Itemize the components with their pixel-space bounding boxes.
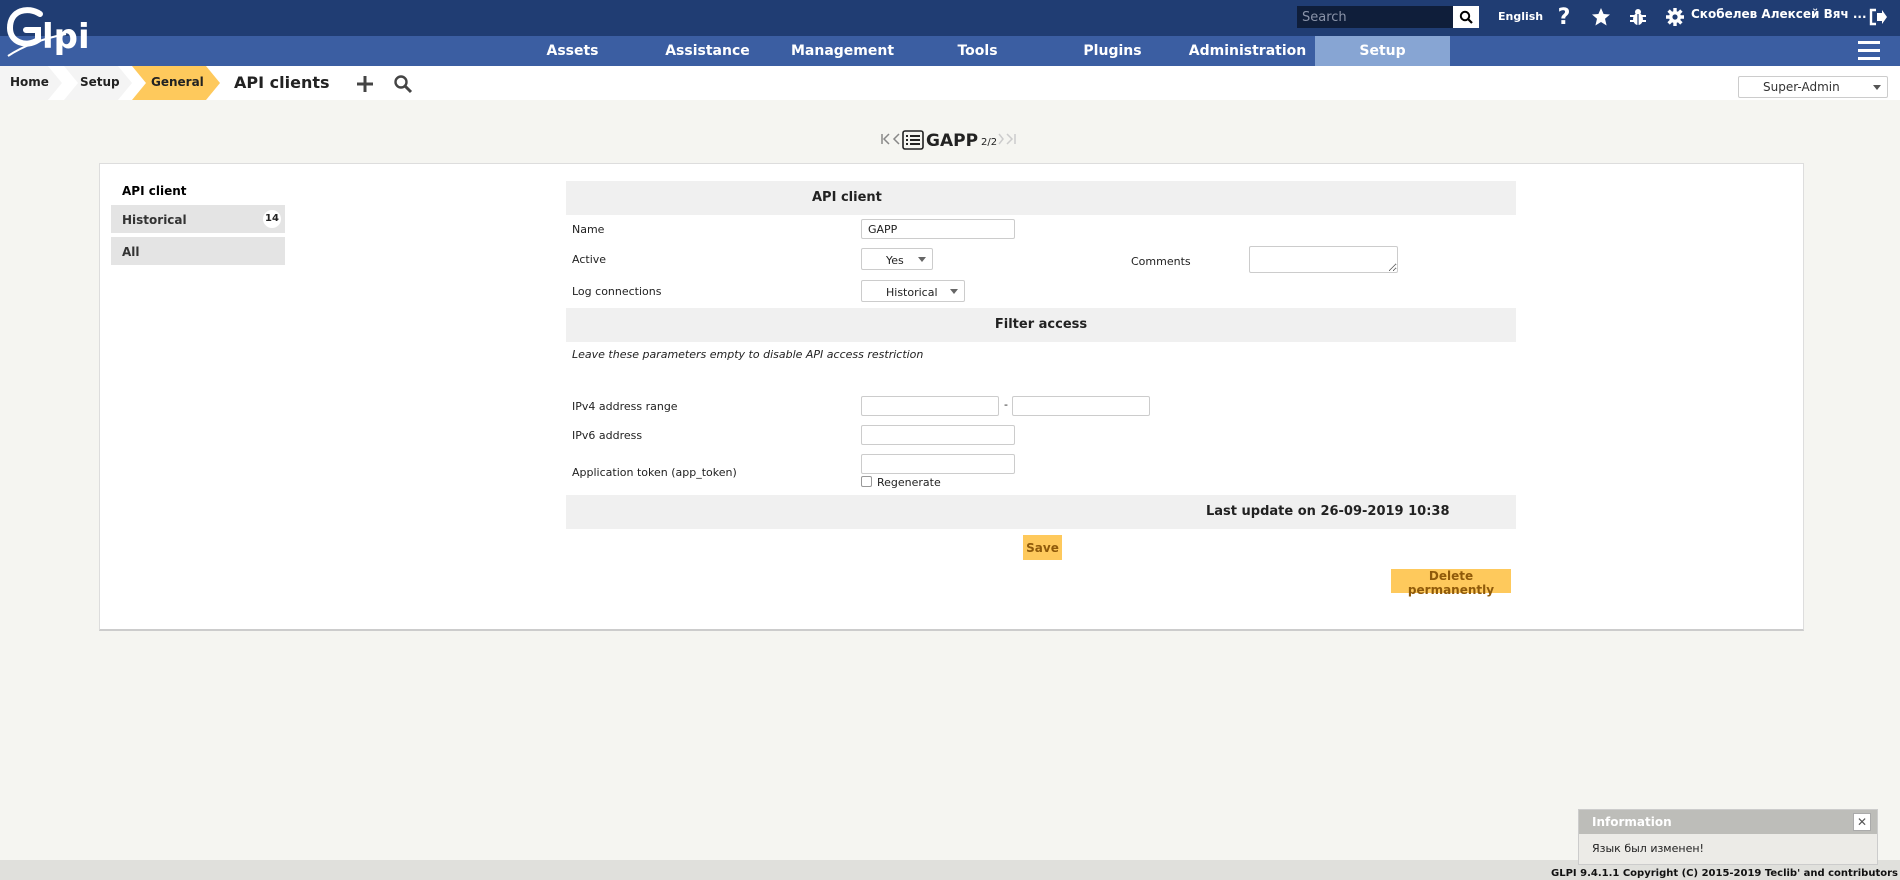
chevron-down-icon	[950, 289, 958, 294]
name-field[interactable]	[861, 219, 1015, 239]
ipv6-field[interactable]	[861, 425, 1015, 445]
active-label: Active	[572, 253, 607, 266]
logout-icon[interactable]	[1866, 5, 1890, 29]
nav-plugins[interactable]: Plugins	[1060, 36, 1165, 66]
page-title[interactable]: API clients	[234, 73, 330, 92]
app-token-field[interactable]	[861, 454, 1015, 474]
filter-note: Leave these parameters empty to disable …	[572, 348, 924, 361]
tab-count-badge: 14	[263, 210, 281, 228]
tab-historical[interactable]: Historical 14	[111, 205, 285, 233]
bug-icon[interactable]	[1626, 5, 1650, 29]
breadcrumb-general[interactable]: General	[151, 66, 204, 100]
comments-field[interactable]	[1249, 246, 1398, 273]
main-panel: API client Historical 14 All API client …	[99, 163, 1804, 631]
ipv4-separator: -	[1004, 398, 1008, 411]
nav-assets[interactable]: Assets	[520, 36, 625, 66]
delete-permanently-button[interactable]: Delete permanently	[1391, 569, 1511, 597]
save-button[interactable]: Save	[1023, 535, 1062, 560]
notification-message: Язык был изменен!	[1592, 842, 1704, 855]
chevron-down-icon	[918, 257, 926, 262]
notification-toast: Information ✕ Язык был изменен!	[1578, 809, 1878, 865]
log-connections-value: Historical	[886, 286, 938, 299]
main-nav: Assets Assistance Management Tools Plugi…	[0, 36, 1900, 66]
search-button[interactable]	[1453, 6, 1479, 28]
add-icon[interactable]	[353, 72, 377, 96]
section-header-filter-access: Filter access	[566, 308, 1516, 342]
tab-all[interactable]: All	[111, 237, 285, 265]
nav-setup[interactable]: Setup	[1315, 36, 1450, 66]
ipv6-label: IPv6 address	[572, 429, 643, 442]
comments-label: Comments	[1131, 255, 1191, 268]
svg-text:lpi: lpi	[42, 17, 90, 57]
gear-icon[interactable]	[1663, 5, 1687, 29]
tab-label: Historical	[122, 213, 187, 227]
section-header-api-client: API client	[566, 181, 1516, 215]
tab-api-client[interactable]: API client	[111, 176, 285, 204]
close-icon[interactable]: ✕	[1853, 813, 1871, 831]
nav-tools[interactable]: Tools	[925, 36, 1030, 66]
profile-select-value: Super-Admin	[1763, 80, 1840, 94]
chevron-down-icon	[1873, 85, 1881, 90]
app-token-label: Application token (app_token)	[572, 466, 737, 479]
list-icon[interactable]	[902, 129, 924, 153]
nav-assistance[interactable]: Assistance	[655, 36, 760, 66]
user-menu[interactable]: Скобелев Алексей Вяч ...	[1691, 7, 1867, 21]
top-header: English ? Скобелев Алексей Вяч ...	[0, 0, 1900, 36]
ipv4-label: IPv4 address range	[572, 400, 678, 413]
log-connections-label: Log connections	[572, 285, 662, 298]
record-position: 2/2	[981, 137, 998, 148]
nav-administration[interactable]: Administration	[1185, 36, 1310, 66]
name-label: Name	[572, 223, 605, 236]
breadcrumb: Home Setup General API clients	[0, 66, 1900, 100]
help-icon[interactable]: ?	[1552, 5, 1576, 30]
tab-label: All	[122, 245, 140, 259]
last-update-bar: Last update on 26-09-2019 10:38	[566, 495, 1516, 529]
profile-select[interactable]: Super-Admin	[1738, 76, 1888, 98]
language-selector[interactable]: English	[1498, 10, 1543, 23]
next-record-icon	[997, 132, 1005, 150]
record-navigation: GAPP 2/2	[880, 129, 1017, 153]
star-icon[interactable]	[1589, 5, 1613, 29]
active-select-value: Yes	[886, 254, 904, 267]
ipv4-end-field[interactable]	[1012, 396, 1150, 416]
regenerate-label[interactable]: Regenerate	[877, 476, 941, 489]
previous-record-icon[interactable]	[892, 132, 902, 150]
search-input[interactable]	[1297, 6, 1453, 28]
glpi-logo[interactable]: lpi	[6, 4, 98, 60]
ipv4-start-field[interactable]	[861, 396, 999, 416]
first-record-icon[interactable]	[880, 132, 892, 150]
nav-management[interactable]: Management	[790, 36, 895, 66]
breadcrumb-setup[interactable]: Setup	[80, 66, 120, 100]
copyright-text[interactable]: GLPI 9.4.1.1 Copyright (C) 2015-2019 Tec…	[1551, 868, 1898, 879]
breadcrumb-home[interactable]: Home	[10, 66, 49, 100]
hamburger-menu-icon[interactable]	[1858, 41, 1880, 61]
global-search	[1297, 6, 1479, 28]
last-record-icon	[1005, 132, 1017, 150]
search-list-icon[interactable]	[391, 72, 415, 96]
notification-title: Information	[1579, 810, 1877, 834]
record-title: GAPP	[926, 131, 979, 151]
active-select[interactable]: Yes	[861, 248, 933, 270]
tab-label: API client	[122, 184, 187, 198]
search-icon	[1459, 10, 1473, 24]
log-connections-select[interactable]: Historical	[861, 280, 965, 302]
regenerate-checkbox[interactable]	[861, 476, 872, 487]
